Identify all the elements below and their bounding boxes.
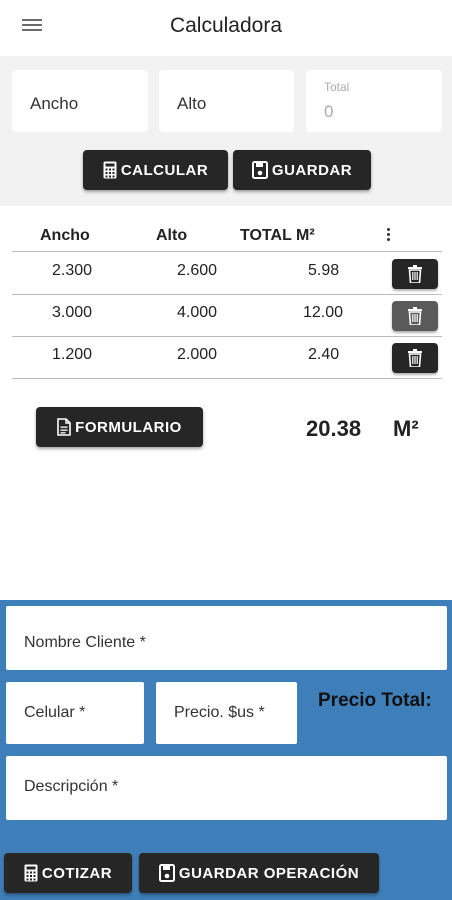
more-options-icon[interactable] bbox=[384, 226, 392, 244]
cell-ancho: 1.200 bbox=[52, 346, 93, 363]
total-area-unit: M² bbox=[393, 416, 419, 441]
delete-row-button[interactable] bbox=[392, 343, 438, 373]
cell-total: 12.00 bbox=[303, 304, 344, 321]
calcular-button-label: CALCULAR bbox=[120, 161, 209, 179]
calcular-button[interactable]: CALCULAR bbox=[83, 150, 228, 190]
total-area-value: 20.38 bbox=[306, 416, 362, 441]
guardar-operacion-button-label: GUARDAR OPERACIÓN bbox=[178, 864, 360, 882]
nombre-cliente-label: Nombre Cliente * bbox=[24, 634, 146, 651]
cotizar-button-label: COTIZAR bbox=[41, 864, 113, 882]
calculator-icon bbox=[24, 864, 38, 882]
table-row: 1.200 2.000 2.40 bbox=[12, 337, 442, 379]
table-row: 2.300 2.600 5.98 bbox=[12, 253, 442, 295]
celular-field[interactable]: Celular * bbox=[6, 682, 144, 744]
cell-alto: 2.600 bbox=[177, 262, 218, 279]
delete-row-button[interactable] bbox=[392, 301, 438, 331]
cell-ancho: 3.000 bbox=[52, 304, 93, 321]
app-bar: Calculadora bbox=[0, 0, 452, 56]
column-header-alto: Alto bbox=[156, 227, 188, 244]
precio-field[interactable]: Precio. $us * bbox=[156, 682, 297, 744]
cell-alto: 4.000 bbox=[177, 304, 218, 321]
formulario-button-label: FORMULARIO bbox=[75, 418, 182, 436]
total-field-value: 0 bbox=[324, 102, 334, 121]
precio-total-label: Precio Total: bbox=[318, 690, 432, 711]
delete-row-button[interactable] bbox=[392, 259, 438, 289]
page-title: Calculadora bbox=[169, 14, 283, 37]
trash-icon bbox=[408, 307, 422, 325]
dimensions-input-area: Ancho Alto Total 0 CALCULAR GUARDAR bbox=[0, 56, 452, 206]
alto-input-label: Alto bbox=[177, 94, 207, 113]
cell-total: 5.98 bbox=[308, 262, 340, 279]
client-form-panel: Nombre Cliente * Celular * Precio. $us *… bbox=[0, 600, 452, 900]
document-icon bbox=[57, 418, 71, 436]
precio-label: Precio. $us * bbox=[174, 704, 265, 721]
table-header: Ancho Alto TOTAL M² bbox=[12, 222, 442, 252]
guardar-operacion-button[interactable]: GUARDAR OPERACIÓN bbox=[139, 853, 379, 893]
calculator-icon bbox=[103, 161, 117, 179]
trash-icon bbox=[408, 349, 422, 367]
table-row: 3.000 4.000 12.00 bbox=[12, 295, 442, 337]
cell-alto: 2.000 bbox=[177, 346, 218, 363]
guardar-button[interactable]: GUARDAR bbox=[233, 150, 371, 190]
ancho-input[interactable]: Ancho bbox=[12, 70, 148, 132]
save-icon bbox=[158, 864, 175, 882]
celular-label: Celular * bbox=[24, 704, 86, 721]
cell-ancho: 2.300 bbox=[52, 262, 93, 279]
total-field-label: Total bbox=[324, 80, 350, 94]
ancho-input-label: Ancho bbox=[30, 94, 79, 113]
save-icon bbox=[251, 161, 268, 179]
trash-icon bbox=[408, 265, 422, 283]
descripcion-field[interactable]: Descripción * bbox=[6, 756, 447, 820]
descripcion-label: Descripción * bbox=[24, 778, 119, 795]
alto-input[interactable]: Alto bbox=[159, 70, 294, 132]
column-header-ancho: Ancho bbox=[40, 227, 90, 244]
total-output-field: Total 0 bbox=[306, 70, 442, 132]
cotizar-button[interactable]: COTIZAR bbox=[4, 853, 132, 893]
cell-total: 2.40 bbox=[308, 346, 340, 363]
column-header-total: TOTAL M² bbox=[240, 227, 315, 244]
formulario-button[interactable]: FORMULARIO bbox=[36, 407, 203, 447]
nombre-cliente-field[interactable]: Nombre Cliente * bbox=[6, 606, 447, 670]
guardar-button-label: GUARDAR bbox=[271, 161, 353, 179]
